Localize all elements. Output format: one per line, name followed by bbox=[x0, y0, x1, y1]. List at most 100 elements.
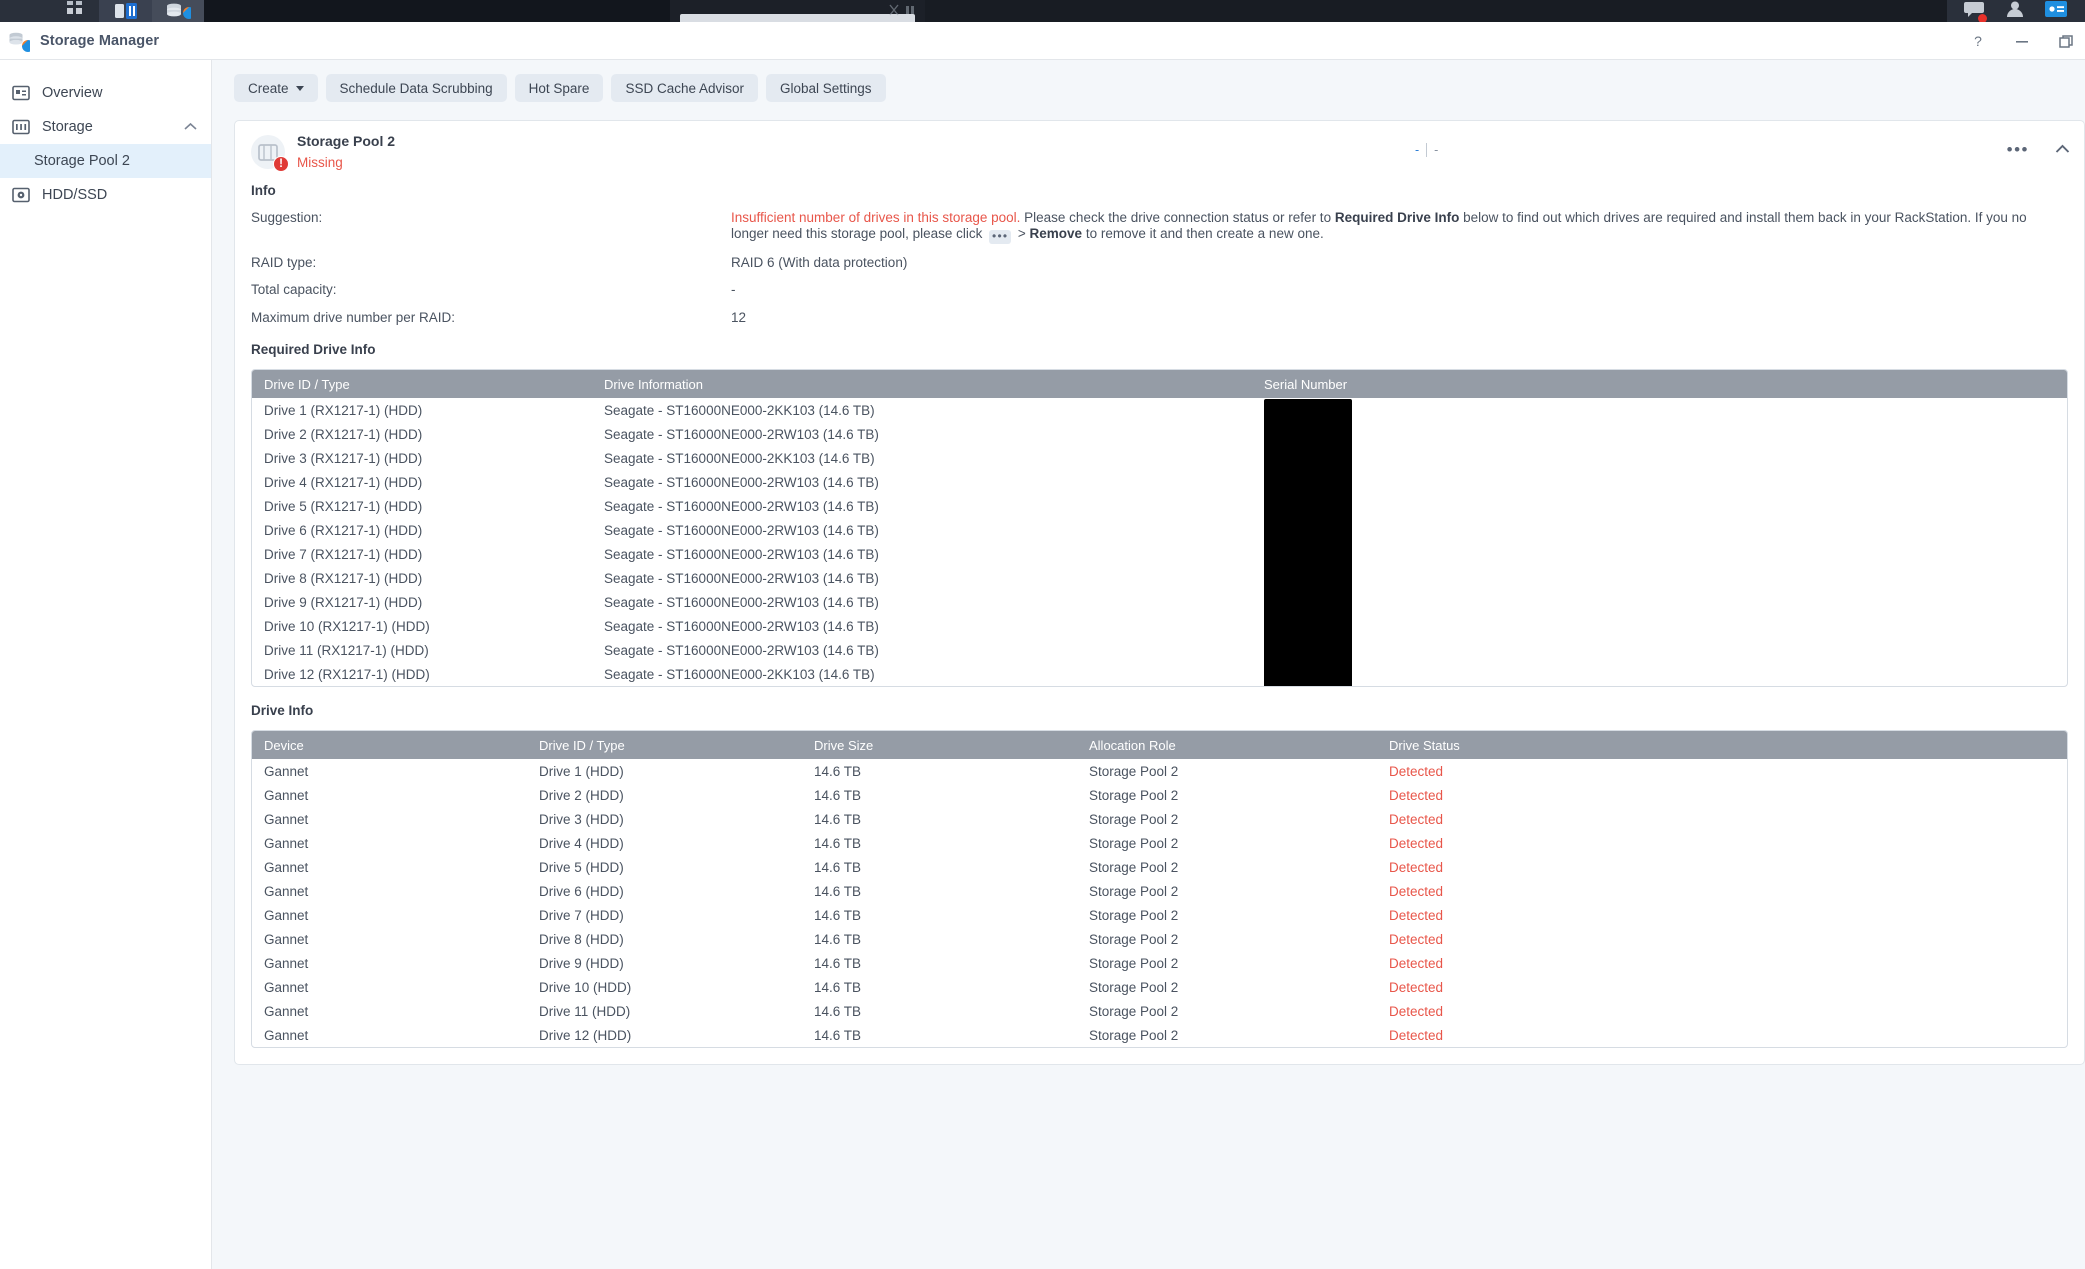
schedule-data-scrubbing-button[interactable]: Schedule Data Scrubbing bbox=[325, 74, 507, 102]
storage-pool-panel: ! Storage Pool 2 Missing - - ••• Info Su… bbox=[234, 120, 2085, 1066]
window-titlebar: Storage Manager ? bbox=[0, 22, 2085, 60]
suggestion-part3: > bbox=[1014, 226, 1030, 242]
info-row-raid-type: RAID type: RAID 6 (With data protection) bbox=[251, 255, 2068, 271]
allocation-role-cell: Storage Pool 2 bbox=[1089, 931, 1179, 947]
storage-pool-titleblock: Storage Pool 2 Missing bbox=[297, 133, 395, 172]
more-actions-button[interactable]: ••• bbox=[2007, 141, 2029, 158]
taskbar-app-package-center[interactable] bbox=[100, 0, 152, 22]
serial-number-cell bbox=[1252, 470, 2067, 494]
drive-id-cell: Drive 7 (RX1217-1) (HDD) bbox=[264, 546, 423, 562]
table-row[interactable]: Gannet Drive 9 (HDD) 14.6 TB Storage Pool 2… bbox=[252, 951, 2067, 975]
allocation-role-cell: Storage Pool 2 bbox=[1089, 835, 1179, 851]
table-row[interactable]: Gannet Drive 3 (HDD) 14.6 TB Storage Pool 2… bbox=[252, 807, 2067, 831]
allocation-role-cell: Storage Pool 2 bbox=[1089, 907, 1179, 923]
taskbar-window-bar bbox=[680, 14, 915, 22]
storage-manager-icon bbox=[8, 30, 34, 52]
drive-information-cell: Seagate - ST16000NE000-2RW103 (14.6 TB) bbox=[604, 474, 879, 490]
drive-status-cell: Detected bbox=[1389, 955, 1444, 971]
allocation-role-cell: Storage Pool 2 bbox=[1089, 1027, 1179, 1043]
table-row[interactable]: Drive 7 (RX1217-1) (HDD) Seagate - ST1600… bbox=[252, 542, 2067, 566]
storage-pool-actions: ••• bbox=[2007, 141, 2070, 159]
serial-number-cell bbox=[1252, 590, 2067, 614]
column-header-drive-size[interactable]: Drive Size bbox=[802, 731, 1077, 760]
table-row[interactable]: Gannet Drive 2 (HDD) 14.6 TB Storage Pool 2… bbox=[252, 783, 2067, 807]
device-cell: Gannet bbox=[264, 979, 309, 995]
info-row-suggestion: Suggestion: Insufficient number of drive… bbox=[251, 210, 2068, 244]
taskbar-app-storage-manager[interactable] bbox=[152, 0, 204, 22]
column-header-drive-id-type[interactable]: Drive ID / Type bbox=[527, 731, 802, 760]
drive-status-cell: Detected bbox=[1389, 859, 1444, 875]
table-row[interactable]: Drive 6 (RX1217-1) (HDD) Seagate - ST1600… bbox=[252, 518, 2067, 542]
drive-information-cell: Seagate - ST16000NE000-2RW103 (14.6 TB) bbox=[604, 546, 879, 562]
table-row[interactable]: Gannet Drive 1 (HDD) 14.6 TB Storage Pool 2… bbox=[252, 759, 2067, 783]
taskbar-apps-group[interactable] bbox=[0, 0, 100, 22]
table-row[interactable]: Gannet Drive 5 (HDD) 14.6 TB Storage Pool 2… bbox=[252, 855, 2067, 879]
table-row[interactable]: Drive 4 (RX1217-1) (HDD) Seagate - ST1600… bbox=[252, 470, 2067, 494]
drive-status-cell: Detected bbox=[1389, 883, 1444, 899]
table-row[interactable]: Gannet Drive 4 (HDD) 14.6 TB Storage Pool 2… bbox=[252, 831, 2067, 855]
window-title: Storage Manager bbox=[40, 32, 160, 49]
allocation-role-cell: Storage Pool 2 bbox=[1089, 955, 1179, 971]
drive-size-cell: 14.6 TB bbox=[814, 1027, 862, 1043]
help-button[interactable]: ? bbox=[1967, 30, 1989, 52]
column-header-drive-id-type[interactable]: Drive ID / Type bbox=[252, 370, 592, 399]
taskbar-active-window-preview[interactable] bbox=[670, 0, 925, 22]
sidebar-item-hdd-ssd[interactable]: HDD/SSD bbox=[0, 178, 211, 212]
table-row[interactable]: Drive 2 (RX1217-1) (HDD) Seagate - ST1600… bbox=[252, 422, 2067, 446]
required-drive-info-table-wrap: Drive ID / Type Drive Information Serial… bbox=[251, 369, 2068, 688]
drive-status-cell: Detected bbox=[1389, 811, 1444, 827]
drive-info-section: Drive Info Device Drive ID / Type Drive … bbox=[235, 703, 2084, 1064]
device-cell: Gannet bbox=[264, 811, 309, 827]
minimize-button[interactable] bbox=[2011, 30, 2033, 52]
ssd-cache-advisor-button[interactable]: SSD Cache Advisor bbox=[611, 74, 758, 102]
drive-information-cell: Seagate - ST16000NE000-2KK103 (14.6 TB) bbox=[604, 666, 875, 682]
table-row[interactable]: Gannet Drive 7 (HDD) 14.6 TB Storage Pool 2… bbox=[252, 903, 2067, 927]
table-row[interactable]: Gannet Drive 11 (HDD) 14.6 TB Storage Pool … bbox=[252, 999, 2067, 1023]
drive-status-cell: Detected bbox=[1389, 979, 1444, 995]
drive-information-cell: Seagate - ST16000NE000-2RW103 (14.6 TB) bbox=[604, 642, 879, 658]
drive-status-cell: Detected bbox=[1389, 907, 1444, 923]
table-row[interactable]: Drive 3 (RX1217-1) (HDD) Seagate - ST1600… bbox=[252, 446, 2067, 470]
storage-icon bbox=[10, 116, 32, 138]
table-row[interactable]: Drive 11 (RX1217-1) (HDD) Seagate - ST160… bbox=[252, 638, 2067, 662]
column-header-allocation-role[interactable]: Allocation Role bbox=[1077, 731, 1377, 760]
taskbar-filler bbox=[925, 0, 1947, 22]
main-content: Create Schedule Data Scrubbing Hot Spare… bbox=[212, 60, 2085, 1269]
table-row[interactable]: Drive 1 (RX1217-1) (HDD) Seagate - ST1600… bbox=[252, 398, 2067, 422]
collapse-panel-button[interactable] bbox=[2055, 141, 2070, 159]
apps-grid-icon[interactable] bbox=[65, 0, 85, 23]
chevron-up-icon[interactable] bbox=[184, 119, 197, 135]
table-row[interactable]: Gannet Drive 6 (HDD) 14.6 TB Storage Pool 2… bbox=[252, 879, 2067, 903]
hot-spare-button[interactable]: Hot Spare bbox=[514, 74, 604, 102]
restore-button[interactable] bbox=[2055, 30, 2077, 52]
column-header-drive-status[interactable]: Drive Status bbox=[1377, 731, 2067, 760]
column-header-serial-number[interactable]: Serial Number bbox=[1252, 370, 2067, 399]
table-row[interactable]: Drive 8 (RX1217-1) (HDD) Seagate - ST1600… bbox=[252, 566, 2067, 590]
create-button[interactable]: Create bbox=[234, 74, 318, 102]
inline-more-icon: ••• bbox=[989, 229, 1012, 244]
table-row[interactable]: Drive 9 (RX1217-1) (HDD) Seagate - ST1600… bbox=[252, 590, 2067, 614]
device-cell: Gannet bbox=[264, 883, 309, 899]
taskbar-left-group bbox=[0, 0, 204, 22]
table-row[interactable]: Gannet Drive 10 (HDD) 14.6 TB Storage Pool … bbox=[252, 975, 2067, 999]
taskbar-tray bbox=[1947, 0, 2085, 23]
column-header-drive-information[interactable]: Drive Information bbox=[592, 370, 1252, 399]
chat-notification-icon[interactable] bbox=[1964, 0, 1988, 23]
table-row[interactable]: Drive 5 (RX1217-1) (HDD) Seagate - ST1600… bbox=[252, 494, 2067, 518]
user-account-icon[interactable] bbox=[2005, 0, 2025, 23]
global-settings-button[interactable]: Global Settings bbox=[766, 74, 886, 102]
drive-size-cell: 14.6 TB bbox=[814, 859, 862, 875]
table-row[interactable]: Gannet Drive 8 (HDD) 14.6 TB Storage Pool 2… bbox=[252, 927, 2067, 951]
table-row[interactable]: Drive 12 (RX1217-1) (HDD) Seagate - ST160… bbox=[252, 662, 2067, 686]
info-label: Suggestion: bbox=[251, 210, 323, 225]
sidebar-item-storage-pool-2[interactable]: Storage Pool 2 bbox=[0, 144, 211, 178]
column-header-device[interactable]: Device bbox=[252, 731, 527, 760]
drive-size-cell: 14.6 TB bbox=[814, 787, 862, 803]
notification-card-icon[interactable] bbox=[2044, 0, 2068, 23]
table-row[interactable]: Drive 10 (RX1217-1) (HDD) Seagate - ST160… bbox=[252, 614, 2067, 638]
table-row[interactable]: Gannet Drive 12 (HDD) 14.6 TB Storage Pool … bbox=[252, 1023, 2067, 1047]
sidebar-item-overview[interactable]: Overview bbox=[0, 76, 211, 110]
sidebar-item-storage[interactable]: Storage bbox=[0, 110, 211, 144]
drive-size-cell: 14.6 TB bbox=[814, 979, 862, 995]
storage-pool-name: Storage Pool 2 bbox=[297, 132, 396, 149]
